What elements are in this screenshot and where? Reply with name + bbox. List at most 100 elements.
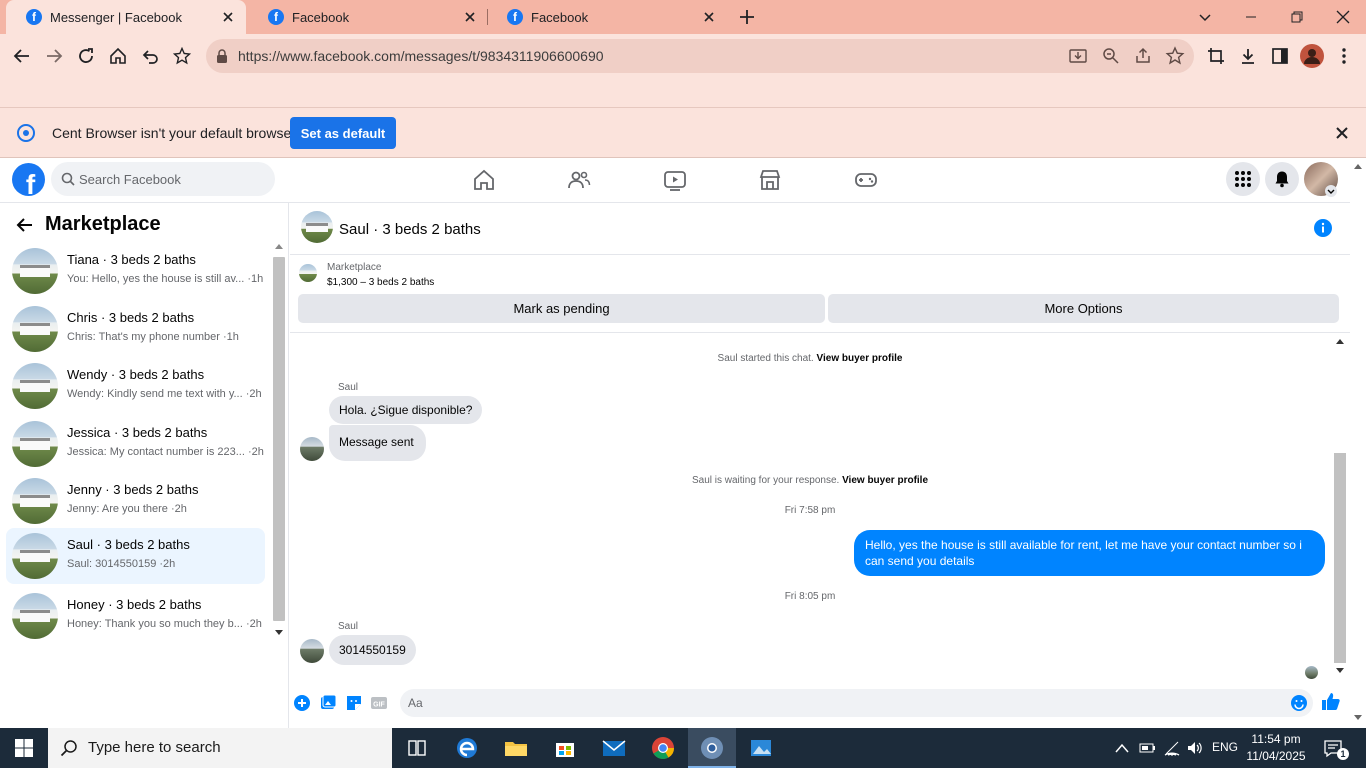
facebook-search[interactable]: [51, 162, 275, 196]
menu-grid-button[interactable]: [1226, 162, 1260, 196]
view-buyer-profile-link[interactable]: View buyer profile: [817, 353, 903, 364]
scroll-up-icon[interactable]: [275, 243, 283, 249]
conversation-list-scrollbar[interactable]: [272, 243, 286, 643]
downloads-button[interactable]: [1234, 42, 1262, 70]
address-bar[interactable]: https://www.facebook.com/messages/t/9834…: [206, 39, 1194, 73]
taskbar-search-box[interactable]: Type here to search: [48, 728, 392, 768]
message-bubble[interactable]: Hola. ¿Sigue disponible?: [329, 396, 483, 424]
home-button[interactable]: [104, 42, 132, 70]
scroll-up-icon[interactable]: [1354, 163, 1362, 169]
info-icon[interactable]: [1314, 219, 1332, 237]
taskbar-clock[interactable]: 11:54 pm 11/04/2025: [1244, 731, 1308, 765]
gif-icon[interactable]: GIF: [370, 694, 388, 712]
sender-avatar[interactable]: [300, 437, 324, 461]
scrollbar-thumb[interactable]: [273, 257, 285, 621]
message-thread-scrollbar[interactable]: [1333, 333, 1347, 678]
minimize-button[interactable]: [1228, 0, 1274, 34]
page-scrollbar[interactable]: [1350, 158, 1366, 728]
gaming-nav-icon[interactable]: [854, 168, 878, 192]
sticker-icon[interactable]: [345, 694, 363, 712]
more-options-button[interactable]: More Options: [828, 294, 1339, 323]
my-message-bubble[interactable]: Hello, yes the house is still available …: [854, 530, 1325, 576]
restore-button[interactable]: [1274, 0, 1320, 34]
message-bubble[interactable]: 3014550159: [329, 635, 416, 665]
new-tab-icon[interactable]: [738, 8, 756, 26]
message-input[interactable]: [400, 689, 1313, 717]
attach-photo-icon[interactable]: [319, 694, 337, 712]
bookmark-star-icon[interactable]: [1165, 46, 1185, 66]
volume-icon[interactable]: [1186, 739, 1204, 757]
conversation-item[interactable]: Jenny · 3 beds 2 baths Jenny: Are you th…: [6, 473, 265, 529]
conversation-item[interactable]: Honey · 3 beds 2 baths Honey: Thank you …: [6, 588, 265, 644]
chrome-icon[interactable]: [649, 734, 677, 762]
share-icon[interactable]: [1133, 46, 1153, 66]
mail-icon[interactable]: [600, 734, 628, 762]
emoji-icon[interactable]: [1290, 694, 1308, 712]
forward-button[interactable]: [40, 42, 68, 70]
conversation-item[interactable]: Jessica · 3 beds 2 baths Jessica: My con…: [6, 416, 265, 472]
menu-button[interactable]: [1330, 42, 1358, 70]
side-panel-button[interactable]: [1266, 42, 1294, 70]
close-window-button[interactable]: [1320, 0, 1366, 34]
reload-button[interactable]: [72, 42, 100, 70]
profile-button[interactable]: [1298, 42, 1326, 70]
chat-listing-thumbnail[interactable]: [301, 211, 333, 243]
photos-icon[interactable]: [747, 734, 775, 762]
microsoft-store-icon[interactable]: [551, 734, 579, 762]
task-view-icon[interactable]: [403, 734, 431, 762]
back-button[interactable]: [8, 42, 36, 70]
listing-thumbnail: [12, 593, 58, 639]
wifi-icon[interactable]: [1163, 739, 1181, 757]
scrollbar-thumb[interactable]: [1334, 453, 1346, 663]
view-buyer-profile-link[interactable]: View buyer profile: [842, 475, 928, 486]
close-tab-icon[interactable]: [220, 9, 236, 25]
scroll-down-icon[interactable]: [275, 630, 283, 636]
zoom-icon[interactable]: [1101, 46, 1121, 66]
listing-price[interactable]: $1,300 – 3 beds 2 baths: [327, 277, 434, 288]
scroll-down-icon[interactable]: [1336, 668, 1344, 674]
message-bubble[interactable]: Message sent: [329, 425, 426, 461]
crop-screenshot-button[interactable]: [1202, 42, 1230, 70]
scroll-up-icon[interactable]: [1336, 338, 1344, 344]
close-tab-icon[interactable]: [701, 9, 717, 25]
set-as-default-button[interactable]: Set as default: [290, 117, 396, 149]
conversation-name: Wendy · 3 beds 2 baths: [67, 367, 205, 382]
close-tab-icon[interactable]: [462, 9, 478, 25]
notifications-button[interactable]: [1265, 162, 1299, 196]
friends-nav-icon[interactable]: [567, 168, 591, 192]
bookmark-button[interactable]: [168, 42, 196, 70]
file-explorer-icon[interactable]: [502, 734, 530, 762]
conversation-item-selected[interactable]: Saul · 3 beds 2 baths Saul: 3014550159 ·…: [6, 528, 265, 584]
install-app-icon[interactable]: [1068, 46, 1088, 66]
search-input[interactable]: [79, 162, 269, 196]
facebook-logo[interactable]: f: [12, 163, 45, 196]
back-arrow-icon[interactable]: [16, 216, 34, 234]
cent-browser-taskbar-button[interactable]: [688, 728, 736, 768]
account-chevron-icon[interactable]: [1325, 185, 1337, 197]
edge-browser-icon[interactable]: [453, 734, 481, 762]
tab-messenger[interactable]: f Messenger | Facebook: [6, 0, 246, 34]
sender-avatar[interactable]: [300, 639, 324, 663]
marketplace-nav-icon[interactable]: [758, 168, 782, 192]
more-actions-plus-icon[interactable]: [293, 694, 311, 712]
tab-facebook-2[interactable]: f Facebook: [487, 0, 727, 34]
mark-as-pending-button[interactable]: Mark as pending: [298, 294, 825, 323]
scroll-down-icon[interactable]: [1354, 715, 1362, 721]
action-center-button[interactable]: 1: [1320, 736, 1350, 762]
show-hidden-icons-icon[interactable]: [1115, 742, 1129, 754]
tab-facebook-1[interactable]: f Facebook: [248, 0, 488, 34]
conversation-item[interactable]: Chris · 3 beds 2 baths Chris: That's my …: [6, 301, 265, 357]
input-language[interactable]: ENG: [1212, 740, 1238, 754]
watch-nav-icon[interactable]: [663, 168, 687, 192]
conversation-item[interactable]: Wendy · 3 beds 2 baths Wendy: Kindly sen…: [6, 358, 265, 414]
thumbs-up-icon[interactable]: [1321, 692, 1341, 712]
lock-icon[interactable]: [216, 49, 228, 63]
tab-search-chevron-icon[interactable]: [1197, 9, 1213, 25]
home-nav-icon[interactable]: [472, 168, 496, 192]
undo-close-tab-button[interactable]: [136, 42, 164, 70]
conversation-item[interactable]: Tiana · 3 beds 2 baths You: Hello, yes t…: [6, 243, 265, 299]
close-infobar-icon[interactable]: [1336, 127, 1348, 139]
chat-title[interactable]: Saul · 3 beds 2 baths: [339, 221, 481, 238]
windows-start-icon[interactable]: [15, 739, 33, 757]
battery-icon[interactable]: [1138, 740, 1156, 756]
